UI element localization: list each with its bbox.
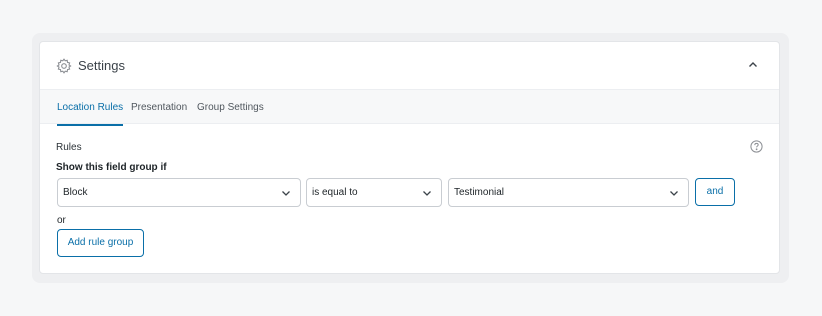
tab-bar: Location Rules Presentation Group Settin… bbox=[40, 89, 779, 126]
rule-operator-value: is equal to bbox=[312, 187, 358, 198]
chevron-up-icon[interactable] bbox=[746, 58, 760, 72]
condition-label: Show this field group if bbox=[56, 162, 167, 173]
rule-param-select[interactable]: Block bbox=[57, 178, 301, 207]
rule-value-select[interactable]: Testimonial bbox=[448, 178, 689, 207]
tab-location-rules[interactable]: Location Rules bbox=[57, 90, 124, 126]
chevron-down-icon bbox=[422, 188, 432, 198]
and-button[interactable]: and bbox=[695, 178, 735, 206]
or-label: or bbox=[57, 215, 66, 226]
add-rule-group-button[interactable]: Add rule group bbox=[57, 229, 144, 257]
tab-presentation[interactable]: Presentation bbox=[131, 90, 187, 125]
tab-group-settings[interactable]: Group Settings bbox=[197, 90, 264, 125]
gear-icon bbox=[56, 57, 72, 74]
panel-header[interactable]: Settings bbox=[40, 42, 779, 89]
chevron-down-icon bbox=[281, 188, 291, 198]
panel-title: Settings bbox=[78, 58, 125, 73]
question-circle-icon[interactable] bbox=[750, 140, 763, 153]
rule-operator-select[interactable]: is equal to bbox=[306, 178, 442, 207]
settings-panel: Settings Location Rules Presentation Gro… bbox=[39, 41, 780, 274]
chevron-down-icon bbox=[669, 188, 679, 198]
rule-param-value: Block bbox=[63, 187, 88, 198]
rule-value-value: Testimonial bbox=[454, 187, 505, 198]
rules-label: Rules bbox=[56, 142, 82, 153]
